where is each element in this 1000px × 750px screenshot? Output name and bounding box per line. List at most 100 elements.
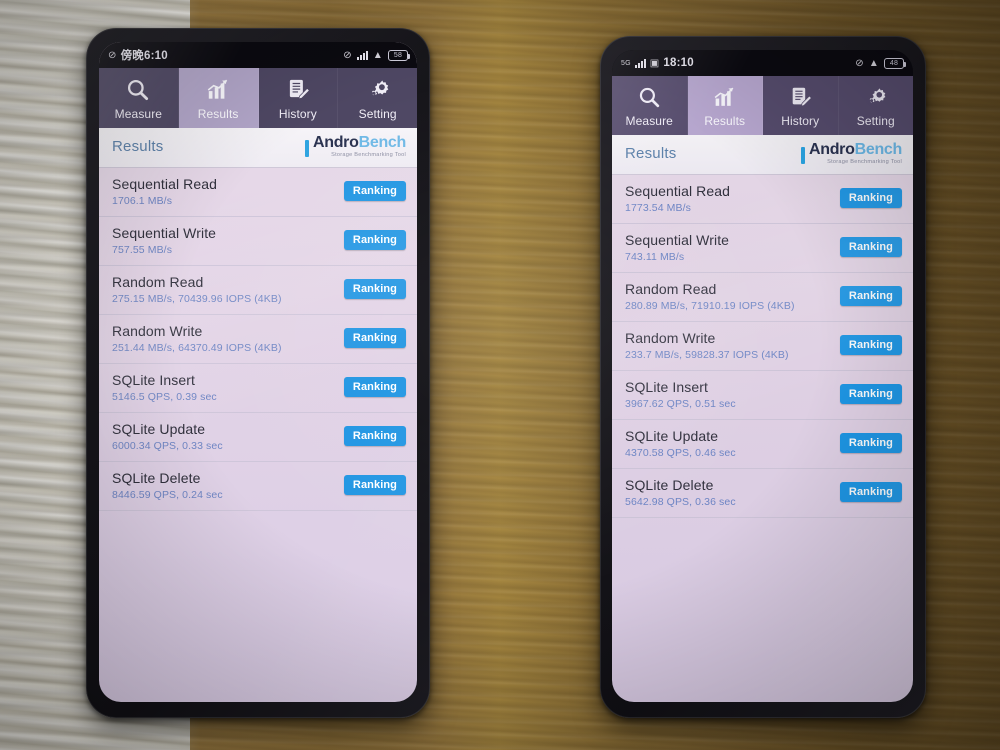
dnd-icon: ⊘ [343, 49, 352, 61]
ranking-button[interactable]: Ranking [839, 335, 902, 356]
document-pencil-icon [289, 79, 310, 100]
page-title: Results [625, 145, 677, 163]
ranking-button[interactable]: Ranking [839, 433, 902, 454]
result-value: 8446.59 QPS, 0.24 sec [112, 488, 223, 501]
result-value: 1773.54 MB/s [625, 201, 691, 214]
result-meta: Sequential Write 743.11 MB/s [625, 232, 729, 263]
logo-accent-bar [304, 140, 309, 158]
photo-scene: ⊘ 傍晚6:10 ⊘ ▲ 58 Measure Results History … [0, 0, 1000, 750]
result-name: Random Read [625, 280, 717, 297]
ranking-button[interactable]: Ranking [343, 230, 406, 251]
ranking-button[interactable]: Ranking [839, 384, 902, 405]
result-row[interactable]: SQLite Insert 3967.62 QPS, 0.51 sec Rankin… [612, 371, 913, 420]
result-value: 6000.34 QPS, 0.33 sec [112, 439, 223, 452]
wifi-icon: ▲ [372, 49, 383, 61]
logo-subtitle: Storage Benchmarking Tool [331, 152, 406, 158]
result-meta: SQLite Insert 5146.5 QPS, 0.39 sec [112, 372, 217, 403]
result-row[interactable]: Sequential Read 1706.1 MB/s Ranking [99, 168, 417, 217]
result-value: 1706.1 MB/s [112, 194, 173, 207]
tab-history[interactable]: History [763, 76, 839, 135]
left-status-time: 傍晚6:10 [120, 50, 168, 62]
result-meta: SQLite Delete 5642.98 QPS, 0.36 sec [625, 477, 736, 508]
result-name: SQLite Delete [625, 476, 714, 493]
wifi-icon: ▲ [868, 57, 879, 69]
left-empty-area [99, 511, 417, 702]
result-row[interactable]: SQLite Update 6000.34 QPS, 0.33 sec Rankin… [99, 413, 417, 462]
tab-setting[interactable]: Setting [338, 68, 417, 128]
result-name: SQLite Update [112, 420, 206, 437]
network-type-label: 5G [621, 59, 631, 67]
result-row[interactable]: Random Write 233.7 MB/s, 59828.37 IOPS (4… [612, 322, 913, 371]
logo-subtitle: Storage Benchmarking Tool [827, 159, 902, 165]
ranking-button[interactable]: Ranking [839, 482, 902, 503]
page-title: Results [112, 138, 164, 156]
result-meta: SQLite Update 6000.34 QPS, 0.33 sec [112, 421, 223, 452]
result-value: 280.89 MB/s, 71910.19 IOPS (4KB) [625, 299, 795, 312]
ranking-button[interactable]: Ranking [343, 377, 406, 398]
result-row[interactable]: SQLite Delete 8446.59 QPS, 0.24 sec Rankin… [99, 462, 417, 511]
ranking-button[interactable]: Ranking [343, 328, 406, 349]
result-meta: SQLite Update 4370.58 QPS, 0.46 sec [625, 428, 736, 459]
result-name: Sequential Read [625, 182, 731, 199]
tab-results-label: Results [704, 114, 746, 128]
result-value: 757.55 MB/s [112, 243, 173, 256]
dnd-icon: ⊘ [855, 57, 864, 69]
logo-word-bench: Bench [854, 141, 903, 158]
left-battery-percent: 58 [393, 51, 403, 59]
logo-word-andro: Andro [312, 134, 359, 151]
magnifier-icon [128, 79, 149, 101]
result-meta: SQLite Delete 8446.59 QPS, 0.24 sec [112, 470, 223, 501]
ranking-button[interactable]: Ranking [839, 237, 902, 258]
magnifier-icon [639, 87, 659, 108]
tab-results-label: Results [197, 107, 239, 121]
ranking-button[interactable]: Ranking [343, 475, 406, 496]
tab-history[interactable]: History [258, 68, 339, 128]
left-title-bar: Results AndroBench Storage Benchmarking … [99, 128, 417, 168]
result-meta: Sequential Write 757.55 MB/s [112, 225, 216, 256]
result-row[interactable]: SQLite Update 4370.58 QPS, 0.46 sec Rankin… [612, 420, 913, 469]
logo-word-andro: Andro [808, 141, 855, 158]
result-row[interactable]: Sequential Write 743.11 MB/s Ranking [612, 224, 913, 273]
result-value: 4370.58 QPS, 0.46 sec [625, 446, 736, 459]
result-name: Random Read [112, 273, 204, 290]
right-battery-percent: 48 [889, 59, 899, 67]
result-name: Sequential Write [112, 224, 217, 241]
result-meta: Random Read 280.89 MB/s, 71910.19 IOPS (4… [625, 281, 795, 312]
tab-results[interactable]: Results [687, 76, 763, 135]
result-name: SQLite Insert [112, 371, 196, 388]
tab-measure[interactable]: Measure [612, 76, 688, 135]
right-title-bar: Results AndroBench Storage Benchmarking … [612, 135, 913, 175]
result-value: 743.11 MB/s [625, 250, 685, 263]
right-phone-screen: 5G ▣ 18:10 ⊘ ▲ 48 Measure Results Histor… [612, 50, 913, 702]
result-row[interactable]: Sequential Write 757.55 MB/s Ranking [99, 217, 417, 266]
androbench-logo: AndroBench Storage Benchmarking Tool [800, 141, 903, 166]
tab-setting-label: Setting [856, 114, 895, 128]
bar-chart-icon [207, 79, 228, 99]
tab-measure-label: Measure [625, 114, 673, 128]
tab-measure[interactable]: Measure [99, 68, 179, 128]
result-value: 5146.5 QPS, 0.39 sec [112, 390, 217, 403]
logo-accent-bar [800, 147, 805, 165]
result-meta: SQLite Insert 3967.62 QPS, 0.51 sec [625, 379, 736, 410]
result-row[interactable]: SQLite Delete 5642.98 QPS, 0.36 sec Rankin… [612, 469, 913, 518]
result-name: SQLite Insert [625, 378, 709, 395]
ranking-button[interactable]: Ranking [343, 181, 406, 202]
left-phone-screen: ⊘ 傍晚6:10 ⊘ ▲ 58 Measure Results History … [99, 42, 417, 702]
tab-measure-label: Measure [114, 107, 163, 121]
result-row[interactable]: Random Read 280.89 MB/s, 71910.19 IOPS (4… [612, 273, 913, 322]
result-row[interactable]: SQLite Insert 5146.5 QPS, 0.39 sec Ranking [99, 364, 417, 413]
left-status-bar: ⊘ 傍晚6:10 ⊘ ▲ 58 [99, 42, 417, 68]
result-row[interactable]: Sequential Read 1773.54 MB/s Ranking [612, 175, 913, 224]
ranking-button[interactable]: Ranking [343, 279, 406, 300]
ranking-button[interactable]: Ranking [839, 286, 902, 307]
result-row[interactable]: Random Write 251.44 MB/s, 64370.49 IOPS (… [99, 315, 417, 364]
result-row[interactable]: Random Read 275.15 MB/s, 70439.96 IOPS (4… [99, 266, 417, 315]
ranking-button[interactable]: Ranking [839, 188, 902, 209]
dnd-icon: ⊘ [108, 49, 117, 61]
ranking-button[interactable]: Ranking [343, 426, 406, 447]
tab-setting[interactable]: Setting [838, 76, 913, 135]
left-results-list: Sequential Read 1706.1 MB/s Ranking Sequent… [99, 168, 417, 511]
result-meta: Sequential Read 1706.1 MB/s [112, 176, 217, 207]
tab-results[interactable]: Results [178, 68, 259, 128]
right-phone-device: 5G ▣ 18:10 ⊘ ▲ 48 Measure Results Histor… [600, 36, 926, 718]
